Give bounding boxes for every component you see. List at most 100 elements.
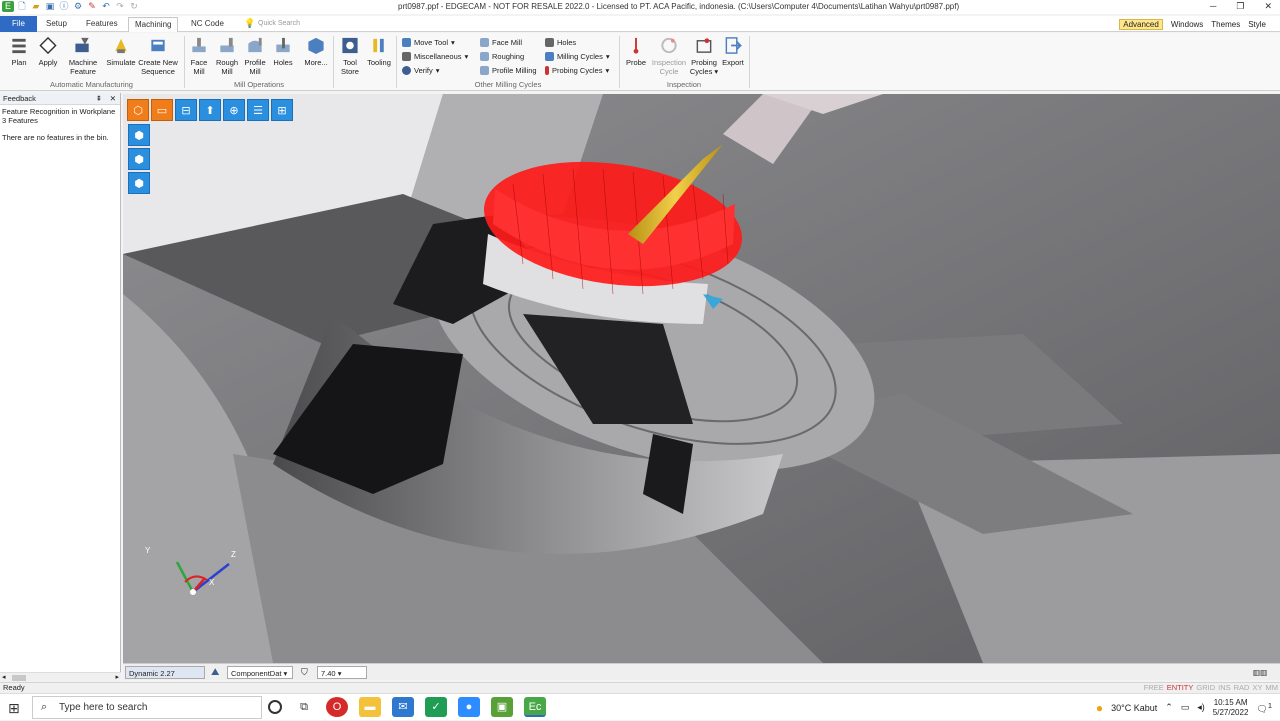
rough-mill-button[interactable]: Rough Mill [214,36,240,76]
redo-icon[interactable]: ↷ [114,1,126,12]
face-mill-icon [192,37,206,53]
create-new-sequence-button[interactable]: Create New Sequence [138,36,178,76]
notification-icon[interactable]: 🗨1 [1256,701,1272,715]
export-button[interactable]: Export [721,36,745,67]
pin-icon[interactable]: ⇞ [96,93,102,105]
advanced-toggle[interactable]: Advanced [1119,18,1163,30]
plan-button[interactable]: Plan [7,36,31,67]
opera-icon[interactable]: O [326,697,348,717]
open-folder-icon[interactable]: ▰ [30,1,42,12]
settings-icon[interactable]: ⚙ [72,1,84,12]
close-panel-icon[interactable]: ✕ [110,93,116,105]
inspection-cycle-button[interactable]: Inspection Cycle [650,36,688,76]
mail-icon[interactable]: ✉ [392,697,414,717]
status-flag-xy[interactable]: XY [1252,683,1262,693]
apply-button[interactable]: Apply [36,36,60,67]
volume-icon[interactable]: ◂) [1197,702,1205,713]
save-icon[interactable]: ▣ [44,1,56,12]
repeat-icon[interactable]: ↻ [128,1,140,12]
probing-cycles-small-button[interactable]: Probing Cycles ▾ [545,64,609,76]
value-select[interactable]: 7.40 ▾ [317,666,367,679]
holes-cycle-button[interactable]: Holes [545,36,576,48]
more-button[interactable]: More... [302,36,330,67]
quick-access-toolbar: E 🗋 ▰ ▣ ⓘ ⚙ ✎ ↶ ↷ ↻ [2,1,140,12]
weather-text[interactable]: 30°C Kabut [1111,703,1157,713]
cortana-icon[interactable] [268,700,282,714]
view-section-icon[interactable]: ⊟ [175,99,197,121]
miscellaneous-button[interactable]: Miscellaneous ▾ [402,50,468,62]
taskbar-search-input[interactable]: ⌕ Type here to search [32,696,262,719]
close-button[interactable]: ✕ [1264,1,1272,12]
status-flag-ins[interactable]: INS [1218,683,1231,693]
status-flag-entity[interactable]: ENTITY [1167,683,1194,693]
scroll-right-icon[interactable]: ▸ [115,673,119,681]
profile-mill-button[interactable]: Profile Mill [242,36,268,76]
probing-cycles-button[interactable]: Probing Cycles ▾ [689,36,719,76]
tab-features[interactable]: Features [80,17,124,32]
file-explorer-icon[interactable]: ▬ [359,697,381,717]
top-view-icon[interactable]: ⬢ [128,172,150,194]
quick-search-input[interactable]: 💡 Quick Search [240,17,470,30]
zoom-icon[interactable]: ⊕ [223,99,245,121]
windows-start-icon[interactable]: ⊞ [8,700,20,717]
zoom-app-icon[interactable]: ● [458,697,480,717]
view-cube-icon[interactable]: ⬡ [127,99,149,121]
task-view-icon[interactable]: ⧉ [293,697,315,717]
panel-toggle-icon[interactable]: ▥▥ [1253,666,1273,679]
view-up-icon[interactable]: ⬆ [199,99,221,121]
machine-feature-button[interactable]: Machine Feature [66,36,100,76]
clock[interactable]: 10:15 AM 5/27/2022 [1213,698,1249,718]
recorder-icon[interactable]: ▣ [491,697,513,717]
new-file-icon[interactable]: 🗋 [16,1,28,12]
rough-mill-icon [220,37,234,53]
themes-menu[interactable]: Themes [1211,20,1240,29]
status-flag-rad[interactable]: RAD [1234,683,1250,693]
edgecam-taskbar-icon[interactable]: Ec [524,697,546,717]
view-mode-select[interactable]: Dynamic 2.27 [125,666,205,679]
status-flag-grid[interactable]: GRID [1196,683,1215,693]
status-bar: Ready FREE ENTITY GRID INS RAD XY MM [0,682,1280,693]
view-grid-icon[interactable]: ⊞ [271,99,293,121]
info-icon[interactable]: ⓘ [58,1,70,12]
status-flag-free[interactable]: FREE [1144,683,1164,693]
face-mill-button[interactable]: Face Mill [188,36,210,76]
scroll-thumb[interactable] [12,675,26,681]
graphics-viewport[interactable]: Y Z X [123,94,1280,663]
tray-chevron-icon[interactable]: ⌃ [1165,702,1173,713]
maximize-button[interactable]: ❐ [1236,1,1244,12]
network-icon[interactable]: ▭ [1181,702,1190,713]
layer-select[interactable]: ComponentDat ▾ [227,666,293,679]
tab-nc-code[interactable]: NC Code [185,17,230,32]
undo-icon[interactable]: ↶ [100,1,112,12]
tab-file[interactable]: File [0,16,37,32]
horizontal-scrollbar[interactable]: ◂ ▸ [0,672,121,682]
face-mill-cycle-button[interactable]: Face Mill [480,36,522,48]
view-floor-icon[interactable]: ▭ [151,99,173,121]
tab-machining[interactable]: Machining [128,17,179,32]
profile-milling-button[interactable]: Profile Milling [480,64,537,76]
sheets-icon[interactable]: ✓ [425,697,447,717]
scroll-left-icon[interactable]: ◂ [2,673,6,681]
style-menu[interactable]: Style [1248,20,1266,29]
minimize-button[interactable]: ─ [1210,1,1216,12]
ribbon: Plan Apply Machine Feature Simulate Crea… [0,33,1280,91]
move-tool-button[interactable]: Move Tool ▾ [402,36,455,48]
tool-store-button[interactable]: Tool Store [338,36,362,76]
status-flag-mm[interactable]: MM [1266,683,1279,693]
iso-view-icon[interactable]: ⬢ [128,124,150,146]
tooling-button[interactable]: Tooling [365,36,393,67]
milling-cycles-button[interactable]: Milling Cycles ▾ [545,50,610,62]
verify-button[interactable]: Verify ▾ [402,64,440,76]
roughing-button[interactable]: Roughing [480,50,524,62]
search-icon: ⌕ [41,701,48,713]
view-list-icon[interactable]: ☰ [247,99,269,121]
holes-button[interactable]: Holes [271,36,295,67]
windows-menu[interactable]: Windows [1171,20,1203,29]
tab-setup[interactable]: Setup [40,17,73,32]
layer-icon: ⛰ [211,667,220,678]
probe-button[interactable]: Probe [624,36,648,67]
simulate-button[interactable]: Simulate [105,36,137,67]
tool-icon[interactable]: ✎ [86,1,98,12]
ribbon-separator [749,36,750,88]
front-view-icon[interactable]: ⬢ [128,148,150,170]
